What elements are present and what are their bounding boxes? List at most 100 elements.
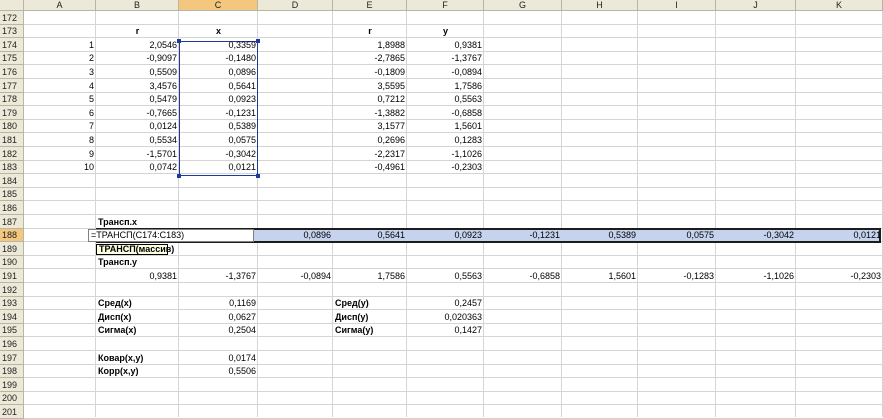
row-header-179[interactable]: 179 — [0, 106, 24, 120]
y-value-cell[interactable]: -0,2303 — [407, 161, 484, 174]
index-cell[interactable]: 4 — [24, 79, 96, 93]
row-header-181[interactable]: 181 — [0, 133, 24, 147]
row-header-185[interactable]: 185 — [0, 188, 24, 201]
r2-value-cell[interactable]: -0,4961 — [333, 161, 407, 174]
column-header-i[interactable]: I — [638, 0, 716, 11]
x-value-cell[interactable]: 0,0923 — [179, 93, 258, 106]
transp-x-value[interactable]: 0,5641 — [333, 229, 407, 242]
r-value-cell[interactable]: 0,5534 — [96, 133, 179, 147]
transp-x-label[interactable]: Трансп.x — [96, 215, 179, 229]
r2-value-cell[interactable]: 3,5595 — [333, 79, 407, 93]
transp-y-value[interactable]: -1,1026 — [716, 269, 796, 283]
r2-value-cell[interactable]: 0,7212 — [333, 93, 407, 106]
column-header-b[interactable]: B — [96, 0, 179, 11]
selection-handle[interactable] — [177, 174, 181, 178]
y-value-cell[interactable]: 1,7586 — [407, 79, 484, 93]
r-value-cell[interactable]: 0,0742 — [96, 161, 179, 174]
stat-y-value[interactable]: 0,2457 — [407, 297, 484, 310]
transp-y-value[interactable]: -0,1283 — [638, 269, 716, 283]
stat-x-value[interactable]: 0,1169 — [179, 297, 258, 310]
transp-x-value[interactable]: 0,0575 — [638, 229, 716, 242]
transp-y-value[interactable]: -1,3767 — [179, 269, 258, 283]
x-value-cell[interactable]: 0,0121 — [179, 161, 258, 174]
x-value-cell[interactable]: -0,1231 — [179, 106, 258, 120]
transp-y-value[interactable]: 0,9381 — [96, 269, 179, 283]
r2-value-cell[interactable]: 3,1577 — [333, 120, 407, 133]
y-value-cell[interactable]: -1,3767 — [407, 52, 484, 65]
row-header-194[interactable]: 194 — [0, 310, 24, 324]
stat-y-label[interactable]: Сигма(y) — [333, 324, 407, 337]
r2-value-cell[interactable]: -1,3882 — [333, 106, 407, 120]
row-header-191[interactable]: 191 — [0, 269, 24, 283]
index-cell[interactable]: 7 — [24, 120, 96, 133]
r-value-cell[interactable]: 3,4576 — [96, 79, 179, 93]
transp-y-value[interactable]: -0,6858 — [484, 269, 562, 283]
row-header-184[interactable]: 184 — [0, 174, 24, 188]
transp-x-value[interactable]: 0,5389 — [562, 229, 638, 242]
x-value-cell[interactable]: -0,3042 — [179, 147, 258, 161]
row-header-193[interactable]: 193 — [0, 297, 24, 310]
transp-y-value[interactable]: 1,7586 — [333, 269, 407, 283]
r-value-cell[interactable]: 0,5509 — [96, 65, 179, 79]
y-value-cell[interactable]: -0,0894 — [407, 65, 484, 79]
row-header-183[interactable]: 183 — [0, 161, 24, 174]
index-cell[interactable]: 2 — [24, 52, 96, 65]
x-value-cell[interactable]: 0,5641 — [179, 79, 258, 93]
row-header-189[interactable]: 189 — [0, 242, 24, 256]
x-value-cell[interactable]: 0,5389 — [179, 120, 258, 133]
y-value-cell[interactable]: 0,9381 — [407, 38, 484, 52]
column-header-g[interactable]: G — [484, 0, 562, 11]
x-value-cell[interactable]: 0,0575 — [179, 133, 258, 147]
transp-y-value[interactable]: 0,5563 — [407, 269, 484, 283]
row-header-186[interactable]: 186 — [0, 201, 24, 215]
korr-value[interactable]: 0,5506 — [179, 365, 258, 378]
stat-x-value[interactable]: 0,2504 — [179, 324, 258, 337]
korr-label[interactable]: Корр(x,y) — [96, 365, 179, 378]
r-value-cell[interactable]: 0,5479 — [96, 93, 179, 106]
row-header-187[interactable]: 187 — [0, 215, 24, 229]
row-header-182[interactable]: 182 — [0, 147, 24, 161]
stat-x-label[interactable]: Дисп(x) — [96, 310, 179, 324]
r2-value-cell[interactable]: -0,1809 — [333, 65, 407, 79]
index-cell[interactable]: 6 — [24, 106, 96, 120]
column-header-j[interactable]: J — [716, 0, 796, 11]
column-header-a[interactable]: A — [24, 0, 96, 11]
selection-handle[interactable] — [256, 174, 260, 178]
y-value-cell[interactable]: -1,1026 — [407, 147, 484, 161]
row-header-199[interactable]: 199 — [0, 378, 24, 392]
row-header-174[interactable]: 174 — [0, 38, 24, 52]
row-header-195[interactable]: 195 — [0, 324, 24, 337]
row-header-173[interactable]: 173 — [0, 25, 24, 38]
column-header-c[interactable]: C — [179, 0, 258, 11]
row-header-192[interactable]: 192 — [0, 283, 24, 297]
transp-x-value[interactable]: 0,0923 — [407, 229, 484, 242]
stat-y-value[interactable]: 0,020363 — [407, 310, 484, 324]
stat-x-label[interactable]: Сигма(x) — [96, 324, 179, 337]
r2-value-cell[interactable]: 1,8988 — [333, 38, 407, 52]
r-value-cell[interactable]: -1,5701 — [96, 147, 179, 161]
transp-x-value[interactable]: -0,1231 — [484, 229, 562, 242]
stat-x-label[interactable]: Сред(x) — [96, 297, 179, 310]
column-header-d[interactable]: D — [258, 0, 333, 11]
cell-editor[interactable]: =ТРАНСП(C174:C183) — [88, 229, 254, 242]
r-value-cell[interactable]: -0,7665 — [96, 106, 179, 120]
r2-value-cell[interactable]: -2,2317 — [333, 147, 407, 161]
row-header-200[interactable]: 200 — [0, 392, 24, 405]
select-all-corner[interactable] — [0, 0, 24, 11]
kovar-label[interactable]: Ковар(x,y) — [96, 351, 179, 365]
r2-value-cell[interactable]: -2,7865 — [333, 52, 407, 65]
row-header-175[interactable]: 175 — [0, 52, 24, 65]
y-value-cell[interactable]: 1,5601 — [407, 120, 484, 133]
row-header-172[interactable]: 172 — [0, 11, 24, 25]
stat-y-value[interactable]: 0,1427 — [407, 324, 484, 337]
transp-x-value[interactable]: -0,3042 — [716, 229, 796, 242]
column-header-h[interactable]: H — [562, 0, 638, 11]
x-value-cell[interactable]: -0,1480 — [179, 52, 258, 65]
y-value-cell[interactable]: 0,1283 — [407, 133, 484, 147]
row-header-190[interactable]: 190 — [0, 256, 24, 269]
transp-x-value[interactable]: 0,0121 — [796, 229, 883, 242]
column-header-e[interactable]: E — [333, 0, 407, 11]
row-header-177[interactable]: 177 — [0, 79, 24, 93]
row-header-196[interactable]: 196 — [0, 337, 24, 351]
index-cell[interactable]: 10 — [24, 161, 96, 174]
